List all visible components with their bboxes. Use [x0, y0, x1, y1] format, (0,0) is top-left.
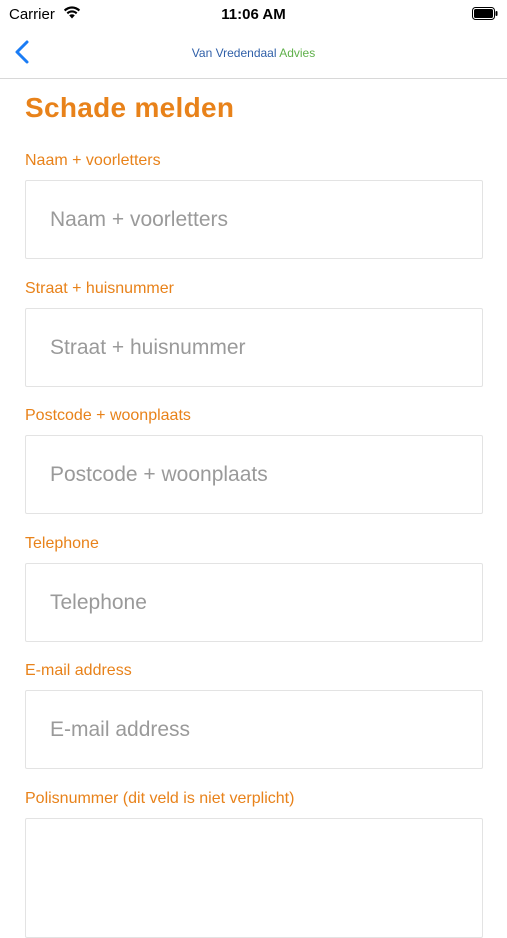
street-field[interactable] — [25, 308, 483, 387]
page-title: Schade melden — [25, 92, 235, 123]
policy-number-field[interactable] — [25, 818, 483, 938]
telephone-field[interactable] — [25, 563, 483, 642]
street-field-label: Straat + huisnummer — [25, 280, 174, 297]
email-field-label: E-mail address — [25, 662, 132, 679]
policy-number-field-label: Polisnummer (dit veld is niet verplicht) — [25, 790, 295, 807]
postcode-field[interactable] — [25, 435, 483, 514]
name-field[interactable] — [25, 180, 483, 259]
logo-text-brand: Van Vredendaal — [191, 46, 277, 60]
navigation-bar: Van Vredendaal Advies — [0, 28, 507, 79]
name-field-label: Naam + voorletters — [25, 152, 161, 169]
status-bar: Carrier 11:06 AM — [0, 0, 507, 28]
postcode-field-label: Postcode + woonplaats — [25, 407, 191, 424]
battery-icon — [472, 7, 498, 20]
clock: 11:06 AM — [221, 6, 286, 23]
logo-text-suffix: Advies — [279, 46, 316, 60]
email-field[interactable] — [25, 690, 483, 769]
telephone-field-label: Telephone — [25, 535, 99, 552]
app-logo: Van Vredendaal Advies — [0, 46, 507, 60]
